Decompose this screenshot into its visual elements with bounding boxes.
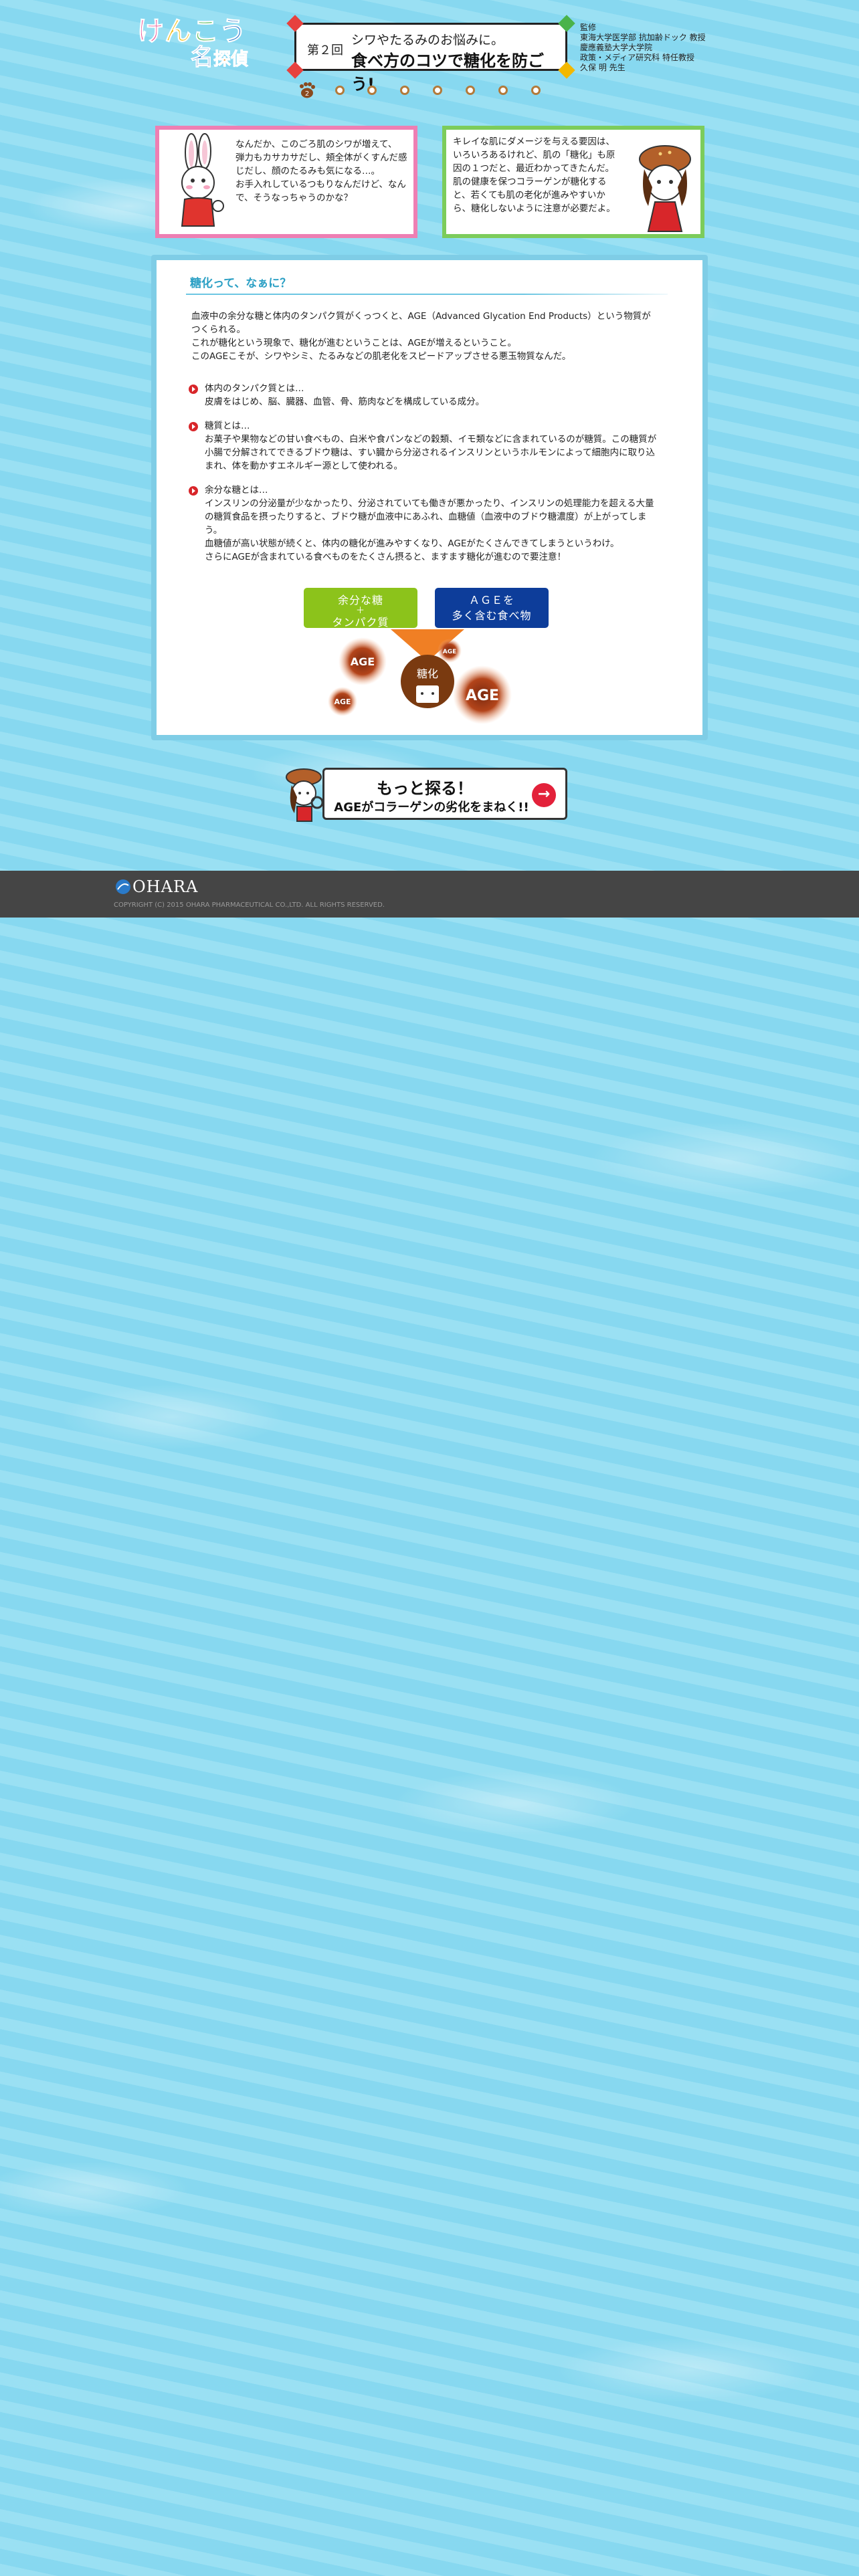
glycation-center-label: 糖化	[417, 667, 438, 680]
banner-headline: もっと探る！	[377, 779, 473, 798]
glycation-figure-icon	[416, 685, 439, 703]
detective-character-illustration	[628, 132, 702, 233]
bullet-arrow-icon	[189, 486, 198, 496]
supervisor-info: 監修 東海大学医学部 抗加齢ドック 教授 慶應義塾大学大学院 政策・メディア研究…	[580, 23, 706, 72]
pager-dot[interactable]	[531, 86, 541, 95]
section-title: 糖化って、なぁに？	[190, 277, 292, 290]
footer-brand[interactable]: OHARA	[132, 877, 198, 896]
age-label: AGE	[466, 687, 499, 704]
corner-diamond-icon	[286, 15, 304, 32]
title-line1: シワやたるみのお悩みに。	[351, 33, 504, 47]
paw-current-page-icon[interactable]: 2	[298, 82, 316, 99]
bullet-heading: 体内のタンパク質とは…	[205, 383, 304, 394]
bullet-body: お菓子や果物などの甘い食べもの、白米や食パンなどの穀類、イモ類などに含まれている…	[205, 434, 657, 471]
site-logo[interactable]: けんこう 名探偵	[137, 9, 264, 72]
detective-speech-text: キレイな肌にダメージを与える要因は、 いろいろあるけれど、肌の「糖化」も原 因の…	[453, 136, 615, 214]
bullet-arrow-icon	[189, 385, 198, 394]
logo-line2: 名探偵	[191, 44, 249, 72]
detective-peek-illustration	[284, 764, 326, 823]
rabbit-speech-text: なんだか、このごろ肌のシワが増えて、 弾力もカサカサだし、頬全体がくすんだ感 じ…	[235, 139, 407, 203]
bullet-body: インスリンの分泌量が少なかったり、分泌されていても働きが悪かったり、インスリンの…	[205, 498, 654, 562]
banner-subline: AGEがコラーゲンの劣化をまねく!!	[334, 800, 529, 815]
age-label: AGE	[351, 655, 375, 668]
age-label: AGE	[334, 697, 351, 706]
corner-diamond-icon	[558, 15, 575, 32]
episode-title-box: 第２回 シワやたるみのお悩みに。 食べ方のコツで糖化を防ごう!	[286, 15, 575, 94]
glycation-diagram: AGE AGE AGE AGE 糖化	[324, 629, 531, 730]
bullet-arrow-icon	[189, 422, 198, 431]
section-divider	[186, 294, 668, 295]
pager-dot[interactable]	[400, 86, 409, 95]
pager-dot[interactable]	[367, 86, 377, 95]
site-footer: OHARA COPYRIGHT (C) 2015 OHARA PHARMACEU…	[0, 871, 859, 918]
magnifier-icon	[310, 796, 324, 809]
age-rich-food-box: ＡＧＥを 多く含む食べ物	[435, 588, 549, 628]
episode-pager: 2	[298, 82, 552, 103]
arrow-right-icon[interactable]	[532, 783, 556, 807]
detective-speech-box: キレイな肌にダメージを与える要因は、 いろいろあるけれど、肌の「糖化」も原 因の…	[442, 126, 704, 238]
banner-body[interactable]: もっと探る！ AGEがコラーゲンの劣化をまねく!!	[322, 768, 567, 820]
pager-dot[interactable]	[466, 86, 475, 95]
excess-sugar-protein-box: 余分な糖 ＋ タンパク質	[304, 588, 417, 629]
read-more-banner[interactable]: もっと探る！ AGEがコラーゲンの劣化をまねく!!	[284, 764, 573, 823]
bullet-heading: 余分な糖とは…	[205, 485, 268, 496]
rabbit-speech-box: なんだか、このごろ肌のシワが増えて、 弾力もカサカサだし、頬全体がくすんだ感 じ…	[155, 126, 417, 238]
intro-paragraph: 血液中の余分な糖と体内のタンパク質がくっつくと、AGE（Advanced Gly…	[191, 311, 651, 362]
pager-dot[interactable]	[433, 86, 442, 95]
pager-dot[interactable]	[498, 86, 508, 95]
pager-dot[interactable]	[335, 86, 345, 95]
rabbit-character-illustration	[165, 132, 231, 233]
current-page-number: 2	[305, 90, 309, 98]
bullet-heading: 糖質とは…	[205, 421, 250, 431]
ohara-logo-icon	[115, 879, 131, 895]
age-label: AGE	[443, 649, 457, 655]
episode-number: 第２回	[307, 43, 343, 58]
footer-copyright: COPYRIGHT (C) 2015 OHARA PHARMACEUTICAL …	[114, 901, 385, 909]
main-content-panel: 糖化って、なぁに？ 血液中の余分な糖と体内のタンパク質がくっつくと、AGE（Ad…	[151, 255, 708, 740]
bullet-body: 皮膚をはじめ、脳、臓器、血管、骨、筋肉などを構成している成分。	[205, 397, 485, 407]
corner-diamond-icon	[286, 62, 304, 79]
main-content-inner: 糖化って、なぁに？ 血液中の余分な糖と体内のタンパク質がくっつくと、AGE（Ad…	[157, 260, 702, 735]
